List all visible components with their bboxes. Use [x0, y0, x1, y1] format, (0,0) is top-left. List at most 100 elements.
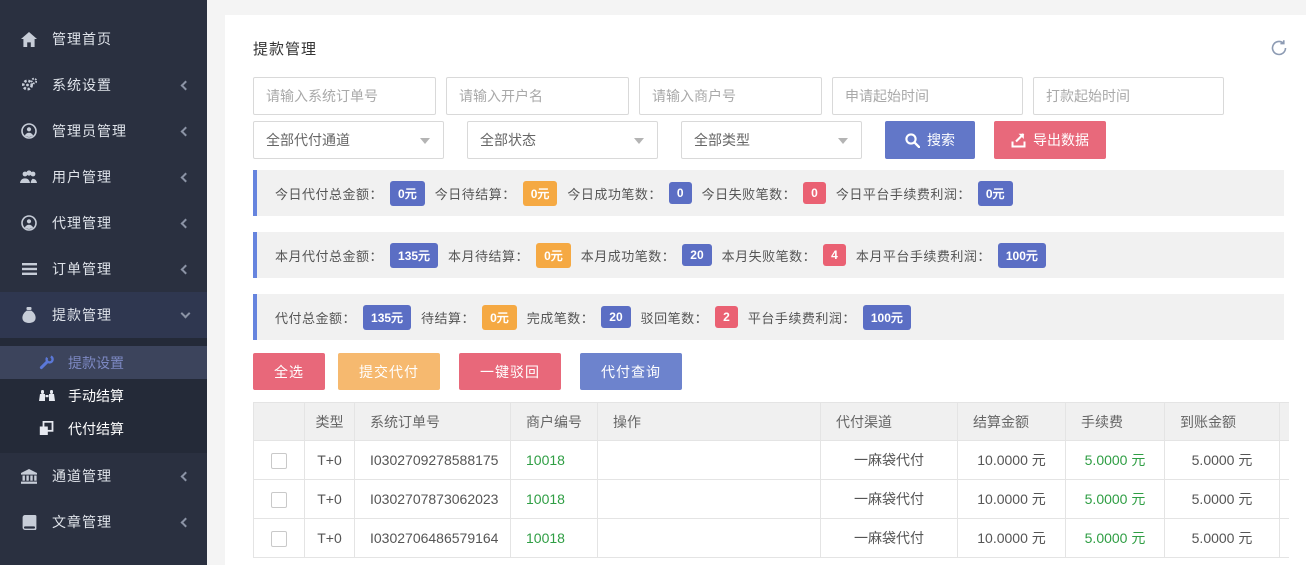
table-row: T+0 I0302707873062023 10018 一麻袋代付 10.000… [254, 480, 1290, 519]
sidebar-item-channel-management[interactable]: 通道管理 [0, 453, 207, 499]
sidebar-item-label: 提款管理 [52, 305, 182, 325]
page-title: 提款管理 [253, 38, 317, 59]
stat-badge: 0元 [978, 181, 1013, 206]
search-button[interactable]: 搜索 [885, 121, 975, 159]
header-clipped [1280, 403, 1290, 441]
stat-label: 本月待结算： [448, 246, 529, 265]
sidebar-nav: 管理首页 系统设置 管理员管理 用户管理 [0, 0, 207, 545]
cell-merchant-no: 10018 [511, 480, 598, 519]
refresh-icon[interactable] [1270, 39, 1288, 57]
sidebar-item-label: 用户管理 [52, 167, 182, 187]
stat-badge: 0元 [523, 181, 558, 206]
chevron-left-icon [181, 126, 191, 136]
submenu-item-manual-settlement[interactable]: 手动结算 [0, 379, 207, 412]
wrench-icon [38, 355, 55, 370]
cell-order-no: I0302707873062023 [355, 480, 511, 519]
stat-badge: 135元 [363, 305, 411, 330]
home-icon [20, 31, 38, 47]
submenu-item-label: 手动结算 [68, 386, 124, 406]
stat-badge: 100元 [863, 305, 911, 330]
sidebar-item-article-management[interactable]: 文章管理 [0, 499, 207, 545]
header-channel: 代付渠道 [821, 403, 958, 441]
stat-badge: 20 [601, 306, 630, 328]
caret-down-icon [838, 138, 848, 144]
stat-badge: 4 [823, 244, 846, 266]
cell-merchant-no: 10018 [511, 519, 598, 558]
payout-channel-select[interactable]: 全部代付通道 [253, 121, 444, 159]
header-merchant-no: 商户编号 [511, 403, 598, 441]
account-name-input[interactable] [446, 77, 629, 115]
chevron-left-icon [181, 264, 191, 274]
header-arrive-amount: 到账金额 [1165, 403, 1280, 441]
cell-merchant-no: 10018 [511, 441, 598, 480]
status-select[interactable]: 全部状态 [467, 121, 658, 159]
row-checkbox[interactable] [271, 453, 287, 469]
pay-start-time-input[interactable] [1033, 77, 1224, 115]
caret-down-icon [634, 138, 644, 144]
sidebar-item-label: 代理管理 [52, 213, 182, 233]
stat-label: 平台手续费利润： [748, 308, 856, 327]
clone-icon [38, 421, 55, 436]
sidebar-item-withdraw-management[interactable]: 提款管理 [0, 292, 207, 338]
chevron-left-icon [181, 172, 191, 182]
gears-icon [20, 77, 38, 93]
row-checkbox[interactable] [271, 531, 287, 547]
search-icon [905, 133, 920, 148]
withdraw-management-card: 提款管理 全部代付通道 [225, 15, 1306, 565]
cell-type: T+0 [305, 519, 355, 558]
row-checkbox[interactable] [271, 492, 287, 508]
select-all-button[interactable]: 全选 [253, 353, 325, 390]
stat-label: 本月成功笔数： [581, 246, 676, 265]
cell-clipped [1280, 519, 1290, 558]
sidebar-item-admin-management[interactable]: 管理员管理 [0, 108, 207, 154]
stat-badge: 0元 [390, 181, 425, 206]
stats-bar-total: 代付总金额： 135元 待结算： 0元 完成笔数： 20 驳回笔数： 2 平台手… [253, 294, 1284, 340]
submenu-item-payout-settlement[interactable]: 代付结算 [0, 412, 207, 445]
stat-label: 今日代付总金额： [275, 184, 383, 203]
type-select[interactable]: 全部类型 [681, 121, 862, 159]
filter-row-inputs [253, 77, 1288, 115]
stat-label: 本月失败笔数： [722, 246, 817, 265]
table-row: T+0 I0302706486579164 10018 一麻袋代付 10.000… [254, 519, 1290, 558]
binoculars-icon [38, 388, 55, 403]
sidebar: 管理首页 系统设置 管理员管理 用户管理 [0, 0, 207, 565]
stat-badge: 0 [669, 182, 692, 204]
merchant-no-input[interactable] [639, 77, 822, 115]
sidebar-item-order-management[interactable]: 订单管理 [0, 246, 207, 292]
cell-arrive-amount: 5.0000 元 [1165, 441, 1280, 480]
stat-label: 待结算： [421, 308, 475, 327]
stat-label: 完成笔数： [527, 308, 595, 327]
sidebar-item-label: 管理员管理 [52, 121, 182, 141]
cell-channel: 一麻袋代付 [821, 480, 958, 519]
cell-type: T+0 [305, 441, 355, 480]
stats-bar-today: 今日代付总金额： 0元 今日待结算： 0元 今日成功笔数： 0 今日失败笔数： … [253, 170, 1284, 216]
payout-query-button[interactable]: 代付查询 [580, 353, 682, 390]
cell-type: T+0 [305, 480, 355, 519]
sidebar-item-system-settings[interactable]: 系统设置 [0, 62, 207, 108]
sidebar-item-user-management[interactable]: 用户管理 [0, 154, 207, 200]
sidebar-item-agent-management[interactable]: 代理管理 [0, 200, 207, 246]
stat-label: 代付总金额： [275, 308, 356, 327]
submenu-item-withdraw-settings[interactable]: 提款设置 [0, 346, 207, 379]
header-operation: 操作 [598, 403, 821, 441]
system-order-no-input[interactable] [253, 77, 436, 115]
export-data-button[interactable]: 导出数据 [994, 121, 1106, 159]
stat-label: 驳回笔数： [641, 308, 709, 327]
cell-settle-amount: 10.0000 元 [958, 480, 1066, 519]
chevron-left-icon [181, 471, 191, 481]
stat-label: 本月代付总金额： [275, 246, 383, 265]
cell-order-no: I0302706486579164 [355, 519, 511, 558]
reject-all-button[interactable]: 一键驳回 [459, 353, 561, 390]
submit-payout-button[interactable]: 提交代付 [338, 353, 440, 390]
apply-start-time-input[interactable] [832, 77, 1023, 115]
sidebar-item-home[interactable]: 管理首页 [0, 16, 207, 62]
stat-badge: 100元 [998, 243, 1046, 268]
sidebar-item-label: 管理首页 [52, 29, 189, 49]
table-header-row: 类型 系统订单号 商户编号 操作 代付渠道 结算金额 手续费 到账金额 [254, 403, 1290, 441]
cell-operation [598, 480, 821, 519]
submenu-item-label: 代付结算 [68, 419, 124, 439]
cell-arrive-amount: 5.0000 元 [1165, 519, 1280, 558]
header-checkbox-cell [254, 403, 305, 441]
cell-channel: 一麻袋代付 [821, 519, 958, 558]
caret-down-icon [420, 138, 430, 144]
